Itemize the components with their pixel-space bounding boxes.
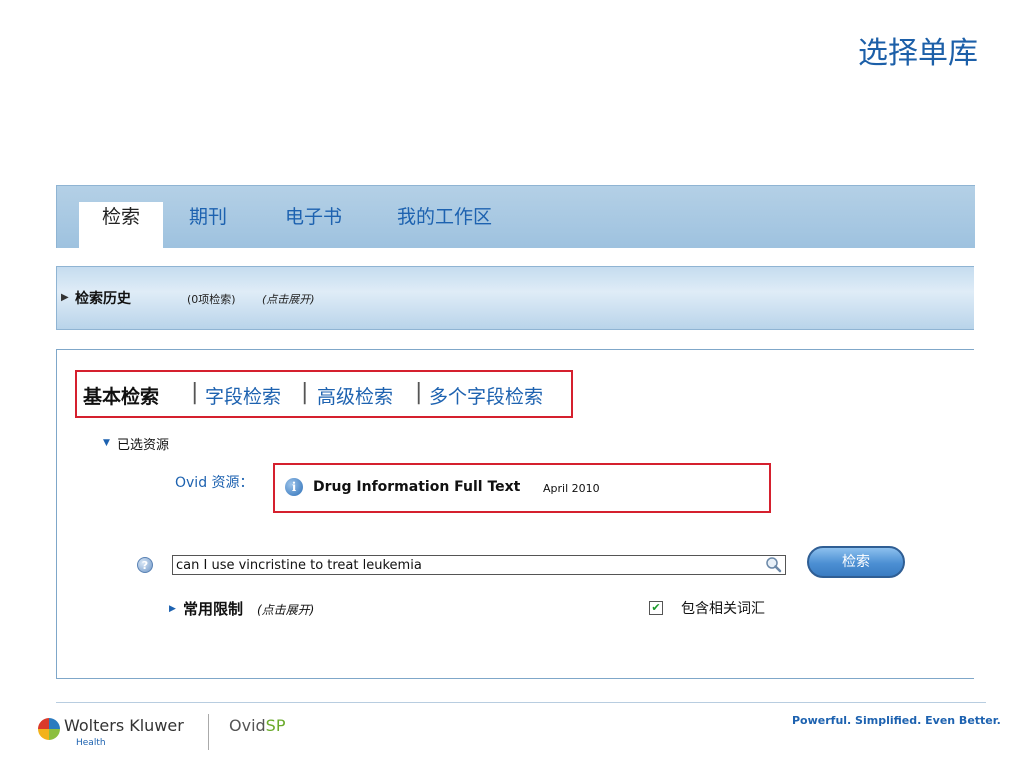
footer-divider-line — [56, 702, 986, 703]
search-history-title: 检索历史 — [75, 291, 131, 307]
tab-my-workspace[interactable]: 我的工作区 — [397, 202, 492, 248]
search-history-count: (0项检索) — [187, 293, 236, 306]
resource-name: Drug Information Full Text — [313, 479, 521, 495]
help-icon[interactable]: ? — [137, 557, 153, 573]
ovid-label-suffix: 资源： — [211, 475, 254, 491]
search-input[interactable] — [172, 555, 786, 575]
tab-separator: | — [191, 380, 199, 405]
footer-brand: Wolters Kluwer — [64, 716, 184, 735]
collapse-caret-icon[interactable]: ▼ — [103, 438, 110, 448]
footer-brand-sub: Health — [76, 738, 106, 748]
search-history-bar[interactable]: ▶ 检索历史 (0项检索) (点击展开) — [56, 266, 974, 330]
footer-product-prefix: Ovid — [229, 716, 266, 735]
resource-date: April 2010 — [543, 482, 600, 495]
limits-expand-caret-icon[interactable]: ▶ — [169, 604, 176, 614]
tab-field-search[interactable]: 字段检索 — [205, 382, 281, 409]
common-limits-expand-hint[interactable]: (点击展开) — [257, 601, 314, 618]
tab-search[interactable]: 检索 — [79, 202, 163, 248]
main-nav-bar: 检索 期刊 电子书 我的工作区 — [56, 185, 975, 248]
include-related-terms-checkbox[interactable]: ✔ — [649, 601, 663, 615]
footer-product-name: OvidSP — [229, 716, 285, 735]
tab-journals[interactable]: 期刊 — [189, 202, 227, 248]
wolters-kluwer-logo-icon — [38, 718, 60, 740]
selected-resource-box: i Drug Information Full Text April 2010 — [273, 463, 771, 513]
info-icon[interactable]: i — [285, 478, 303, 496]
slide-title: 选择单库 — [858, 36, 978, 71]
search-history-expand-hint[interactable]: (点击展开) — [262, 291, 315, 307]
ovid-label-prefix: Ovid — [175, 475, 208, 491]
search-panel: 基本检索 | 字段检索 | 高级检索 | 多个字段检索 ▼ 已选资源 Ovid … — [56, 349, 974, 679]
tab-separator: | — [415, 380, 423, 405]
include-related-terms-label: 包含相关词汇 — [681, 601, 765, 617]
tab-separator: | — [301, 380, 309, 405]
search-mode-tabs: 基本检索 | 字段检索 | 高级检索 | 多个字段检索 — [75, 370, 573, 418]
selected-resources-label[interactable]: 已选资源 — [117, 434, 169, 453]
expand-caret-icon: ▶ — [61, 292, 69, 303]
tab-ebooks[interactable]: 电子书 — [285, 202, 342, 248]
footer-vertical-divider — [208, 714, 209, 750]
footer-product-suffix: SP — [265, 716, 286, 735]
tab-multi-field-search[interactable]: 多个字段检索 — [429, 382, 543, 409]
ovid-resources-label: Ovid 资源： — [175, 472, 254, 492]
footer-tagline: Powerful. Simplified. Even Better. — [792, 714, 1001, 727]
tab-basic-search[interactable]: 基本检索 — [83, 382, 159, 409]
search-button[interactable]: 检索 — [807, 546, 905, 578]
common-limits-label[interactable]: 常用限制 — [183, 598, 243, 619]
tab-advanced-search[interactable]: 高级检索 — [317, 382, 393, 409]
search-magnifier-icon[interactable] — [762, 555, 784, 575]
